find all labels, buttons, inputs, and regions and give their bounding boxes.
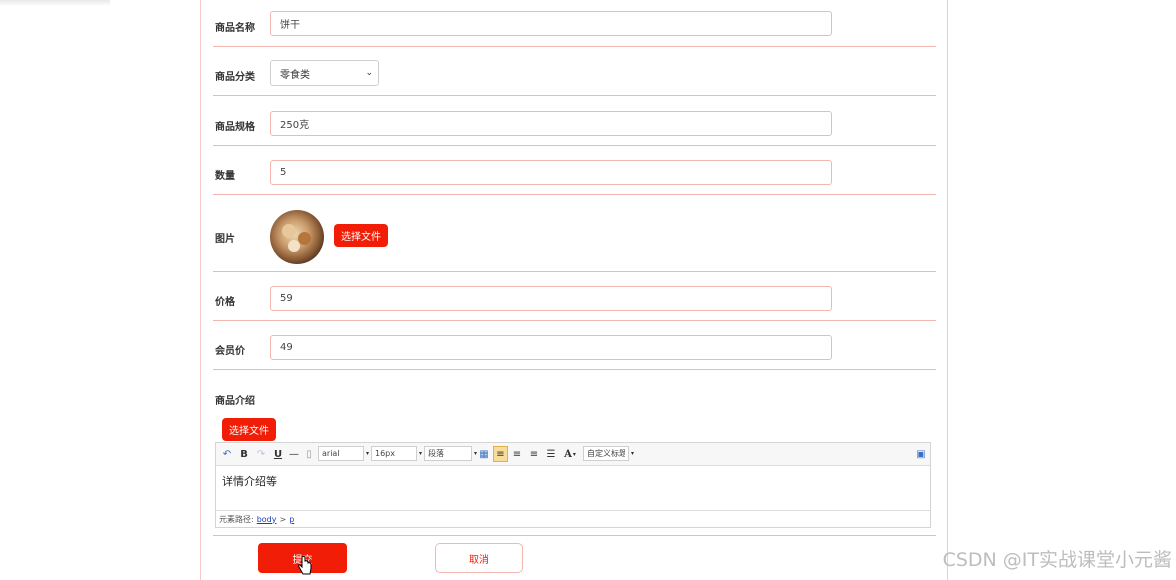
path-link-body[interactable]: body (257, 515, 277, 524)
custom-title-select[interactable]: 自定义标题 ▾ (583, 446, 634, 461)
quantity-label: 数量 (215, 171, 235, 182)
quantity-input[interactable]: 5 (270, 160, 832, 185)
price-label: 价格 (215, 297, 235, 308)
spec-input[interactable]: 250克 (270, 111, 832, 136)
redo-icon[interactable]: ↷ (254, 446, 268, 462)
image-choose-file-button[interactable]: 选择文件 (334, 224, 388, 247)
align-right-icon[interactable]: ≡ (510, 446, 524, 462)
editor-element-path: 元素路径: body > p (216, 510, 930, 527)
form-row-name: 商品名称 饼干 (213, 0, 936, 47)
watermark: CSDN @IT实战课堂小元酱 (942, 549, 1172, 571)
product-form: 商品名称 饼干 商品分类 零食类 ⌄ 商品规格 250克 数量 5 图片 选择文… (200, 0, 948, 580)
member-price-input[interactable]: 49 (270, 335, 832, 360)
category-select-value: 零食类 (280, 69, 310, 81)
background-smudge (0, 0, 110, 6)
undo-icon[interactable]: ↶ (220, 446, 234, 462)
price-input[interactable]: 59 (270, 286, 832, 311)
form-row-quantity: 数量 5 (213, 146, 936, 195)
name-label: 商品名称 (215, 23, 255, 34)
form-row-category: 商品分类 零食类 ⌄ (213, 47, 936, 96)
font-family-select[interactable]: arial ▾ (318, 446, 369, 461)
form-row-price: 价格 59 (213, 272, 936, 321)
path-link-p[interactable]: p (289, 515, 294, 524)
align-center-icon[interactable]: ≡ (527, 446, 541, 462)
fullscreen-icon[interactable]: ▣ (914, 446, 928, 462)
category-select[interactable]: 零食类 ⌄ (270, 60, 379, 86)
element-path-label: 元素路径: (219, 514, 254, 524)
align-left-icon[interactable]: ≡ (493, 446, 508, 462)
name-input[interactable]: 饼干 (270, 11, 832, 36)
rich-text-editor: ↶ B ↷ U — ▯ arial ▾ 16px ▾ 段落 ▾ ▦ ≡ ≡ ≡ ☰ A… (215, 442, 931, 528)
form-row-image: 图片 选择文件 (213, 195, 936, 272)
font-color-button[interactable]: A ▾ (561, 446, 579, 462)
editor-content[interactable]: 详情介绍等 (222, 473, 277, 489)
cursor-hand-icon (298, 556, 312, 575)
horizontal-rule-icon[interactable]: — (287, 446, 301, 462)
underline-button[interactable]: U (271, 446, 285, 462)
chevron-down-icon: ⌄ (365, 68, 373, 78)
font-size-select[interactable]: 16px ▾ (371, 446, 422, 461)
image-label: 图片 (215, 234, 235, 245)
path-separator: > (279, 514, 287, 524)
bold-button[interactable]: B (237, 446, 251, 462)
table-icon[interactable]: ▦ (477, 446, 491, 462)
editor-toolbar: ↶ B ↷ U — ▯ arial ▾ 16px ▾ 段落 ▾ ▦ ≡ ≡ ≡ ☰ A… (216, 443, 930, 466)
form-row-member-price: 会员价 49 (213, 321, 936, 370)
cancel-button[interactable]: 取消 (435, 543, 523, 573)
intro-label: 商品介绍 (215, 396, 255, 407)
product-image-thumbnail (270, 210, 324, 264)
category-label: 商品分类 (215, 72, 255, 83)
justify-icon[interactable]: ☰ (544, 446, 558, 462)
spec-label: 商品规格 (215, 122, 255, 133)
form-row-spec: 商品规格 250克 (213, 96, 936, 146)
clear-format-icon[interactable]: ▯ (303, 446, 315, 462)
paragraph-select[interactable]: 段落 ▾ (424, 446, 477, 461)
intro-choose-file-button[interactable]: 选择文件 (222, 418, 276, 441)
member-price-label: 会员价 (215, 346, 245, 357)
